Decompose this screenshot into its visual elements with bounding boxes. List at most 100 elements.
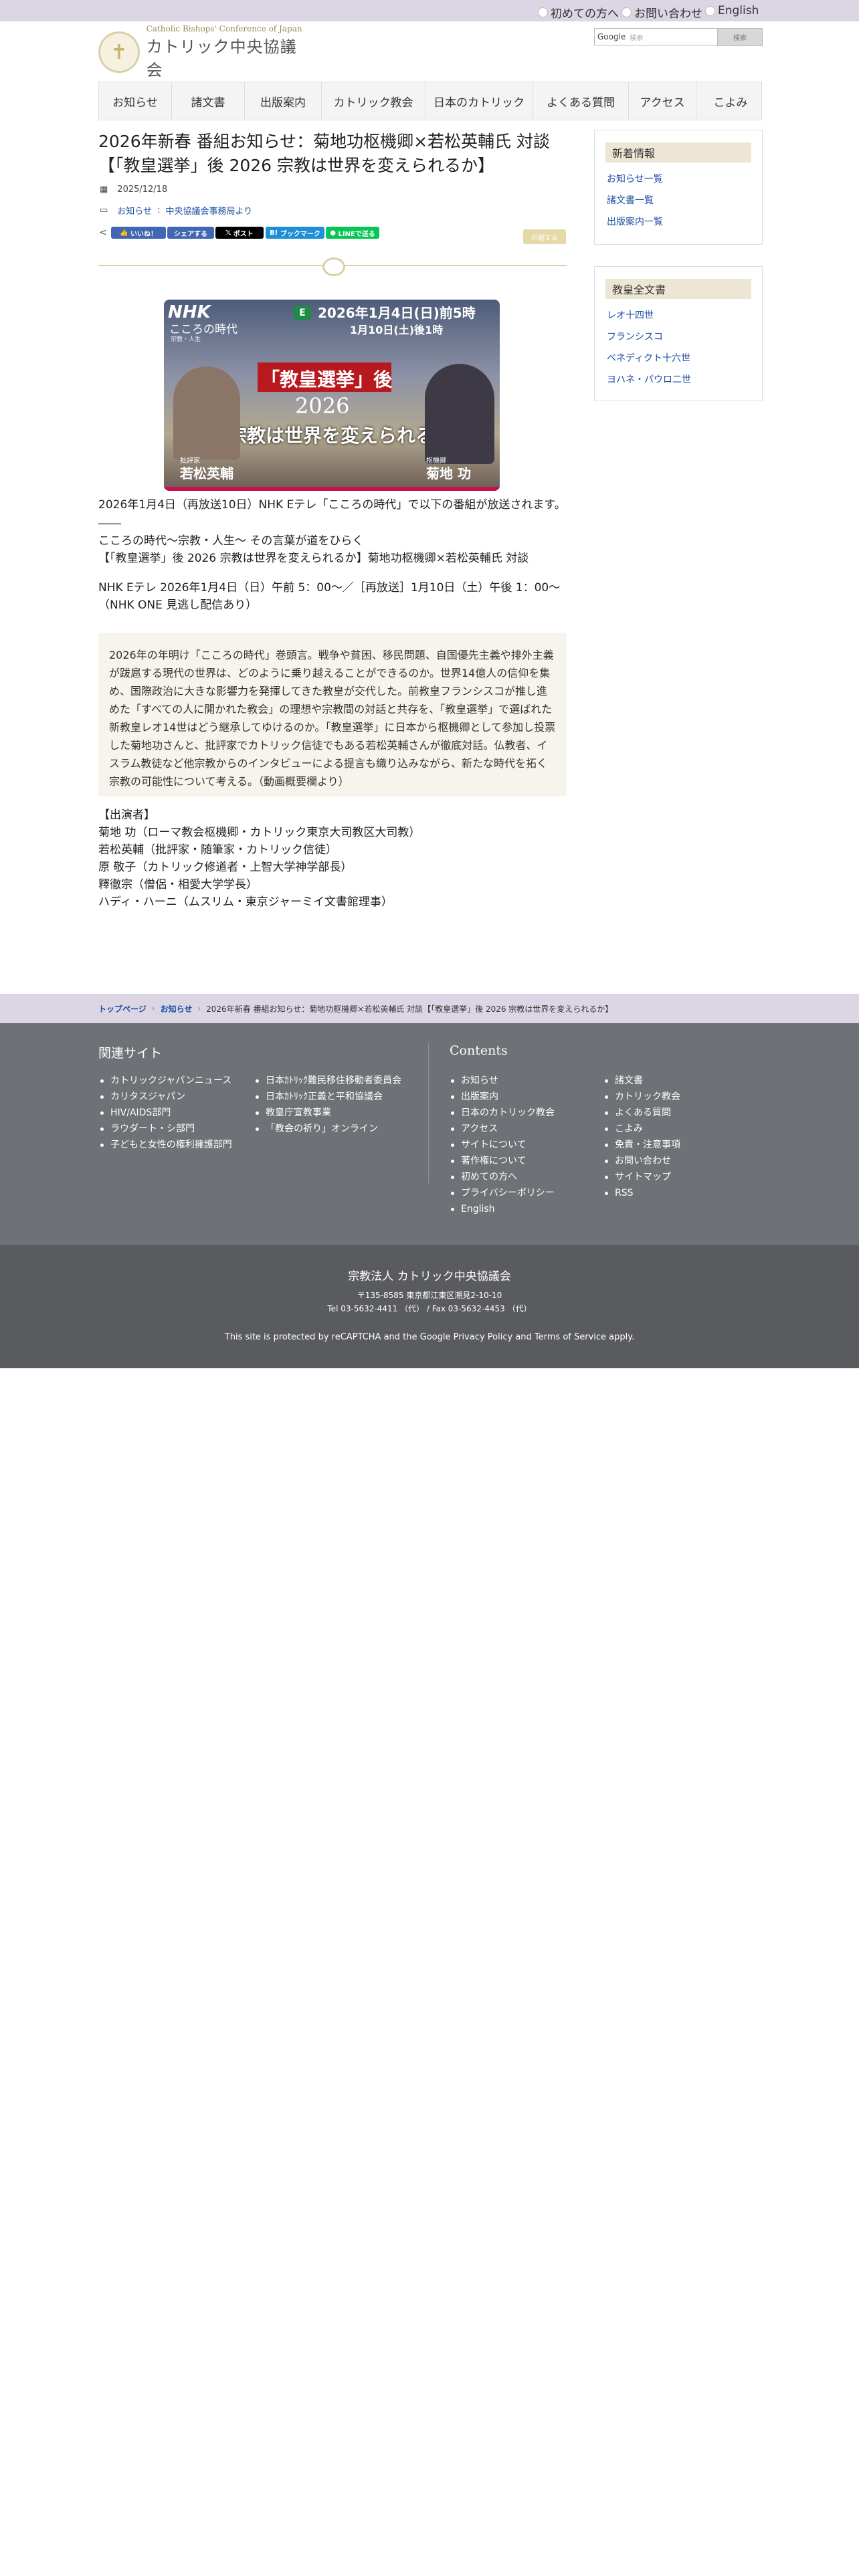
contact-link[interactable]: お問い合わせ	[622, 4, 702, 21]
english-link[interactable]: English	[705, 4, 759, 17]
breadcrumb-current: 2026年新春 番組お知らせ：菊地功枢機卿×若松英輔氏 対談【「教皇選挙」後 2…	[206, 1004, 613, 1014]
org-address: 〒135-8585 東京都江東区潮見2-10-10	[357, 1291, 502, 1300]
footer-link[interactable]: HIV/AIDS部門	[100, 1105, 232, 1121]
footer-link[interactable]: 諸文書	[605, 1073, 680, 1089]
hatena-bookmark-button[interactable]: B! ブックマーク	[266, 227, 324, 239]
footer-link[interactable]: English	[451, 1201, 555, 1217]
program-episode-line: 【「教皇選挙」後 2026 宗教は世界を変えられるか】菊地功枢機卿×若松英輔氏 …	[98, 552, 529, 565]
footer-link[interactable]: カトリック教会	[605, 1089, 680, 1105]
bullet-icon	[622, 7, 632, 17]
category-link-secretariat[interactable]: 中央協議会事務局より	[165, 204, 252, 217]
bullet-icon	[705, 5, 715, 16]
post-categories: ▭ お知らせ : 中央協議会事務局より	[100, 204, 252, 217]
sidebar-link-publications-list[interactable]: 出版案内一覧	[607, 211, 762, 232]
footer-link[interactable]: 日本ｶﾄﾘｯｸ難民移住移動者委員会	[256, 1073, 401, 1089]
footer-link[interactable]: 日本のカトリック教会	[451, 1105, 555, 1121]
footer-column-divider	[428, 1043, 429, 1184]
nav-item-publications[interactable]: 出版案内	[245, 82, 322, 120]
nav-item-news[interactable]: お知らせ	[99, 82, 172, 120]
sidebar-link-leo-xiv[interactable]: レオ十四世	[607, 304, 762, 326]
line-icon: ●	[330, 229, 336, 237]
footer-link[interactable]: サイトについて	[451, 1137, 555, 1153]
breadcrumb-separator-icon: ›	[151, 1004, 155, 1013]
logo-cross-icon: ✝	[98, 31, 140, 73]
footer-link[interactable]: 出版案内	[451, 1089, 555, 1105]
sidebar-link-john-paul-ii[interactable]: ヨハネ・パウロ二世	[607, 368, 762, 390]
related-sites-list-1: カトリックジャパンニュース カリタスジャパン HIV/AIDS部門 ラウダート・…	[100, 1073, 232, 1153]
facebook-like-button[interactable]: 👍 いいね！	[111, 227, 166, 239]
search-button[interactable]: 検索	[717, 28, 763, 46]
breadcrumb-section[interactable]: お知らせ	[161, 1003, 193, 1014]
headline-1: 「教皇選挙」後	[261, 368, 393, 391]
breadcrumb-home[interactable]: トップページ	[98, 1003, 147, 1014]
program-summary-text: 2026年の年明け「こころの時代」巻頭言。戦争や貧困、移民問題、自国優先主義や排…	[109, 649, 556, 788]
sidebar-link-documents-list[interactable]: 諸文書一覧	[607, 189, 762, 211]
related-sites-list-2: 日本ｶﾄﾘｯｸ難民移住移動者委員会 日本ｶﾄﾘｯｸ正義と平和協議会 教皇庁宣教事…	[256, 1073, 401, 1137]
guest-left-name: 若松英輔	[180, 465, 233, 481]
cast-member: 釋徹宗（僧侶・相愛大学学長）	[98, 878, 258, 891]
footer-link[interactable]: お問い合わせ	[605, 1153, 680, 1169]
footer-link[interactable]: こよみ	[605, 1121, 680, 1137]
nav-item-calendar[interactable]: こよみ	[696, 82, 765, 120]
print-button[interactable]: 印刷する	[523, 229, 566, 244]
footer-link[interactable]: 教皇庁宣教事業	[256, 1105, 401, 1121]
intro-paragraph: 2026年1月4日（再放送10日）NHK Eテレ「こころの時代」で以下の番組が放…	[98, 498, 566, 512]
footer-link[interactable]: 日本ｶﾄﾘｯｸ正義と平和協議会	[256, 1089, 401, 1105]
divider-ornament-icon	[322, 257, 345, 276]
category-separator: :	[157, 205, 161, 215]
sidebar-link-benedict-xvi[interactable]: ベネディクト十六世	[607, 347, 762, 368]
program-subtitle: 宗教・人生	[171, 336, 201, 343]
rerun-text: 1月10日(土)後1時	[350, 324, 444, 336]
x-post-button[interactable]: 𝕏 ポスト	[215, 227, 264, 239]
headline-3: 宗教は世界を変えられるか	[228, 425, 454, 447]
nav-item-japan-catholic[interactable]: 日本のカトリック	[425, 82, 533, 120]
cast-member: 原 敬子（カトリック修道者・上智大学神学部長）	[98, 861, 353, 874]
facebook-share-button[interactable]: シェアする	[167, 227, 214, 239]
footer-link[interactable]: ラウダート・シ部門	[100, 1121, 232, 1137]
nav-item-access[interactable]: アクセス	[629, 82, 696, 120]
footer-link[interactable]: 初めての方へ	[451, 1169, 555, 1185]
main-nav: お知らせ 諸文書 出版案内 カトリック教会 日本のカトリック よくある質問 アク…	[98, 82, 762, 120]
footer-link[interactable]: 免責・注意事項	[605, 1137, 680, 1153]
footer-link[interactable]: お知らせ	[451, 1073, 555, 1089]
cast-heading: 【出演者】	[98, 809, 155, 822]
footer-link[interactable]: よくある質問	[605, 1105, 680, 1121]
footer-link[interactable]: 著作権について	[451, 1153, 555, 1169]
page-title: 2026年新春 番組お知らせ：菊地功枢機卿×若松英輔氏 対談【「教皇選挙」後 2…	[98, 132, 550, 175]
line-share-button[interactable]: ● LINEで送る	[326, 227, 379, 239]
footer-link[interactable]: プライバシーポリシー	[451, 1185, 555, 1201]
search-input[interactable]: Google 検索	[594, 28, 719, 45]
cast-member: 菊地 功（ローマ教会枢機卿・カトリック東京大司教区大司教）	[98, 826, 421, 839]
footer-link[interactable]: カリタスジャパン	[100, 1089, 232, 1105]
contents-heading: Contents	[450, 1043, 508, 1058]
breadcrumb: トップページ › お知らせ › 2026年新春 番組お知らせ：菊地功枢機卿×若松…	[0, 994, 859, 1023]
nav-item-documents[interactable]: 諸文書	[172, 82, 245, 120]
footer-links-area: 関連サイト カトリックジャパンニュース カリタスジャパン HIV/AIDS部門 …	[0, 1023, 859, 1245]
broadcast-schedule: NHK Eテレ 2026年1月4日（日）午前 5：00〜／［再放送］1月10日（…	[98, 581, 561, 612]
sidebar-news-heading: 新着情報	[605, 142, 751, 163]
sidebar-link-news-list[interactable]: お知らせ一覧	[607, 168, 762, 189]
headline-2: 2026	[295, 393, 350, 419]
sidebar-papal-docs-box: 教皇全文書 レオ十四世 フランシスコ ベネディクト十六世 ヨハネ・パウロ二世	[594, 266, 763, 401]
cast-member: ハディ・ハーニ（ムスリム・東京ジャーミイ文書館理事）	[98, 895, 393, 909]
footer-link[interactable]: サイトマップ	[605, 1169, 680, 1185]
cast-section: 【出演者】 菊地 功（ローマ教会枢機卿・カトリック東京大司教区大司教） 若松英輔…	[98, 807, 567, 911]
sidebar-papal-docs-heading: 教皇全文書	[605, 279, 751, 299]
footer-link[interactable]: 子どもと女性の権利擁護部門	[100, 1137, 232, 1153]
guest-left-photo	[173, 366, 240, 460]
footer-link[interactable]: 「教会の祈り」オンライン	[256, 1121, 401, 1137]
channel-badge: E	[294, 306, 311, 320]
date-text: 2025/12/18	[117, 185, 168, 195]
nav-item-faq[interactable]: よくある質問	[533, 82, 629, 120]
site-logo[interactable]: ✝ Catholic Bishops' Conference of Japan …	[98, 24, 312, 80]
nav-item-catholic-church[interactable]: カトリック教会	[322, 82, 425, 120]
share-icon: <	[99, 227, 107, 238]
logo-english-name: Catholic Bishops' Conference of Japan	[146, 24, 302, 33]
footer-link[interactable]: アクセス	[451, 1121, 555, 1137]
recaptcha-notice: This site is protected by reCAPTCHA and …	[224, 1332, 635, 1342]
footer-link[interactable]: RSS	[605, 1185, 680, 1201]
sidebar-link-francis[interactable]: フランシスコ	[607, 326, 762, 347]
category-link-news[interactable]: お知らせ	[113, 204, 152, 217]
footer-link[interactable]: カトリックジャパンニュース	[100, 1073, 232, 1089]
first-visit-link[interactable]: 初めての方へ	[538, 4, 619, 21]
